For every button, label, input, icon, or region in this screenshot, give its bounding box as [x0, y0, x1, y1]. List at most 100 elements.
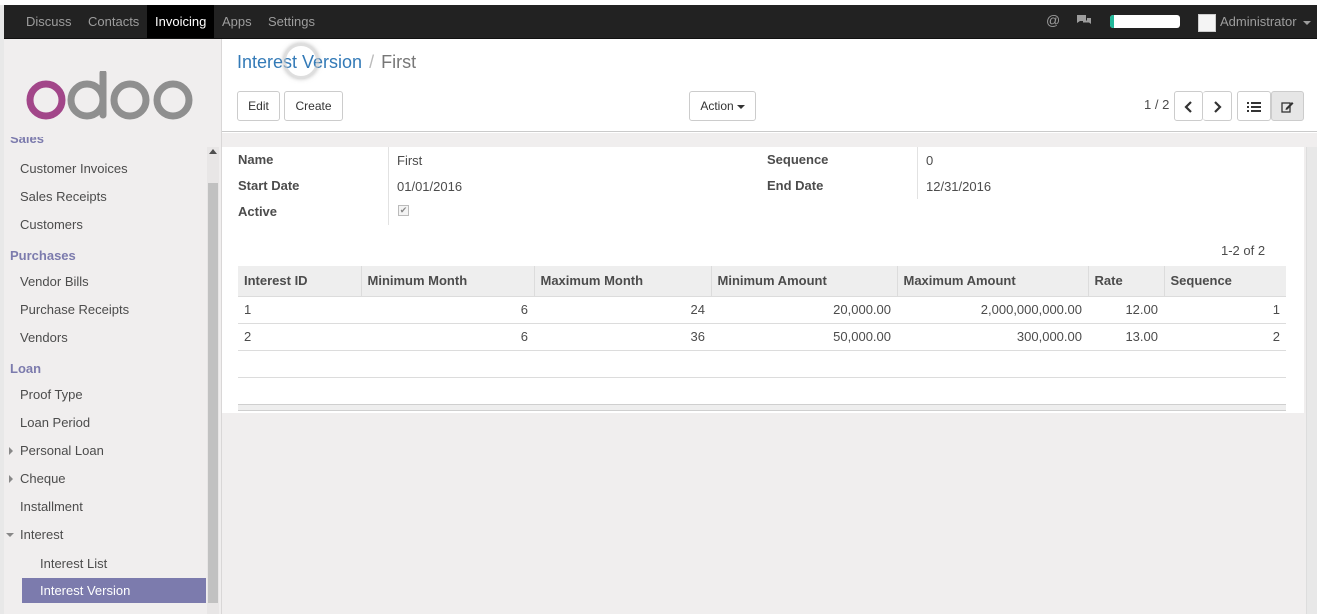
breadcrumb: Interest Version / First	[237, 52, 416, 73]
sidebar-section-purchases[interactable]: Purchases	[10, 248, 76, 263]
sidebar-item-cheque[interactable]: Cheque	[20, 471, 66, 486]
column-header[interactable]: Minimum Month	[361, 266, 535, 297]
sidebar-item-proof-type[interactable]: Proof Type	[20, 387, 83, 402]
name-value: First	[397, 153, 423, 168]
pager-value[interactable]: 1 / 2	[1144, 97, 1169, 112]
table-cell: 50,000.00	[711, 323, 897, 351]
user-name-label: Administrator	[1220, 14, 1297, 29]
progress-bar	[1110, 15, 1180, 28]
table-cell: 1	[1164, 296, 1286, 324]
list-view-button[interactable]	[1237, 91, 1271, 121]
form-view-button[interactable]	[1271, 91, 1304, 121]
chevron-right-icon[interactable]	[9, 447, 13, 455]
column-header[interactable]: Minimum Amount	[711, 266, 898, 297]
sidebar-item-interest-version[interactable]: Interest Version	[22, 578, 206, 603]
sidebar-item-sales-receipts[interactable]: Sales Receipts	[20, 189, 107, 204]
form-content: Name First Start Date 01/01/2016 Active …	[222, 133, 1317, 614]
control-panel: Interest Version / First Edit Create Actio…	[222, 39, 1317, 132]
table-row-empty	[238, 350, 1286, 378]
table-cell: 2	[1164, 323, 1286, 351]
scroll-up-icon[interactable]	[209, 149, 217, 154]
active-checkbox: ✔	[398, 205, 409, 216]
menu-contacts[interactable]: Contacts	[80, 5, 147, 38]
table-cell: 6	[361, 296, 534, 324]
loading-spinner-icon	[283, 43, 319, 79]
sidebar-item-personal-loan[interactable]: Personal Loan	[20, 443, 104, 458]
column-header[interactable]: Sequence	[1164, 266, 1286, 297]
pager-previous-button[interactable]	[1174, 91, 1203, 121]
sidebar-scrollbar[interactable]	[207, 147, 219, 614]
scrollbar-thumb[interactable]	[208, 183, 218, 603]
content-scrollbar[interactable]	[1306, 147, 1317, 614]
table-row[interactable]: 1 6 24 20,000.00 2,000,000,000.00 12.00 …	[238, 296, 1286, 324]
edit-button[interactable]: Edit	[237, 91, 280, 121]
sidebar-item-vendor-bills[interactable]: Vendor Bills	[20, 274, 89, 289]
avatar[interactable]	[1198, 14, 1216, 32]
table-cell: 6	[361, 323, 534, 351]
column-header[interactable]: Maximum Month	[534, 266, 712, 297]
sidebar-item-vendors[interactable]: Vendors	[20, 330, 68, 345]
column-header[interactable]: Maximum Amount	[897, 266, 1089, 297]
column-header[interactable]: Rate	[1088, 266, 1165, 297]
table-cell: 13.00	[1088, 323, 1164, 351]
sidebar-item-interest-list[interactable]: Interest List	[40, 556, 107, 571]
column-header[interactable]: Interest ID	[238, 266, 362, 297]
sidebar-item-customers[interactable]: Customers	[20, 217, 83, 232]
table-cell: 36	[534, 323, 711, 351]
menu-invoicing[interactable]: Invoicing	[147, 5, 215, 38]
action-button[interactable]: Action	[689, 91, 756, 121]
sequence-value: 0	[926, 153, 934, 168]
sidebar-section-loan[interactable]: Loan	[10, 361, 41, 376]
menu-discuss[interactable]: Discuss	[18, 5, 80, 38]
end-date-label: End Date	[767, 178, 824, 193]
breadcrumb-current: First	[381, 52, 417, 72]
user-menu[interactable]: Administrator	[1220, 5, 1311, 38]
sidebar-item-installment[interactable]: Installment	[20, 499, 83, 514]
table-cell: 12.00	[1088, 296, 1164, 324]
table-cell: 1	[238, 296, 361, 324]
table-cell: 2	[238, 323, 361, 351]
table-cell: 300,000.00	[897, 323, 1088, 351]
sidebar-section-sales[interactable]: Sales	[10, 137, 44, 146]
sidebar-menu: Sales Customer Invoices Sales Receipts C…	[4, 137, 206, 614]
sidebar-item-customer-invoices[interactable]: Customer Invoices	[20, 161, 128, 176]
sidebar: Sales Customer Invoices Sales Receipts C…	[0, 39, 222, 614]
start-date-label: Start Date	[238, 178, 300, 193]
table-cell: 20,000.00	[711, 296, 897, 324]
at-icon[interactable]: @	[1046, 12, 1060, 28]
end-date-value: 12/31/2016	[926, 179, 992, 194]
chevron-down-icon	[736, 104, 745, 109]
table-row[interactable]: 2 6 36 50,000.00 300,000.00 13.00 2	[238, 323, 1286, 351]
list-icon	[1247, 101, 1261, 112]
action-button-label: Action	[700, 99, 734, 113]
start-date-value: 01/01/2016	[397, 179, 463, 194]
field-divider	[388, 147, 389, 225]
breadcrumb-separator: /	[369, 52, 375, 72]
active-label: Active	[238, 204, 278, 219]
chat-bubbles-icon[interactable]	[1076, 13, 1092, 30]
chevron-down-icon[interactable]	[6, 533, 14, 537]
top-navbar: Discuss Contacts Invoicing Apps Settings…	[0, 5, 1317, 39]
edit-icon	[1281, 102, 1294, 113]
table-footer	[238, 404, 1286, 411]
field-divider	[917, 147, 918, 199]
sidebar-item-purchase-receipts[interactable]: Purchase Receipts	[20, 302, 129, 317]
chevron-right-icon[interactable]	[9, 475, 13, 483]
sidebar-item-interest[interactable]: Interest	[20, 527, 63, 542]
menu-apps[interactable]: Apps	[214, 5, 260, 38]
menu-settings[interactable]: Settings	[260, 5, 323, 38]
odoo-logo	[26, 71, 193, 120]
interest-lines-table: Interest ID Minimum Month Maximum Month …	[238, 266, 1286, 378]
sequence-label: Sequence	[767, 152, 829, 167]
navbar-edge	[0, 5, 4, 39]
progress-fill	[1110, 15, 1114, 28]
create-button[interactable]: Create	[284, 91, 343, 121]
chevron-left-icon	[1183, 101, 1192, 113]
table-cell: 2,000,000,000.00	[897, 296, 1088, 324]
pager-next-button[interactable]	[1203, 91, 1232, 121]
table-cell: 24	[534, 296, 711, 324]
empty-cell	[238, 350, 1286, 378]
chevron-down-icon	[1302, 20, 1311, 25]
form-sheet: Name First Start Date 01/01/2016 Active …	[222, 147, 1304, 413]
sidebar-item-loan-period[interactable]: Loan Period	[20, 415, 90, 430]
